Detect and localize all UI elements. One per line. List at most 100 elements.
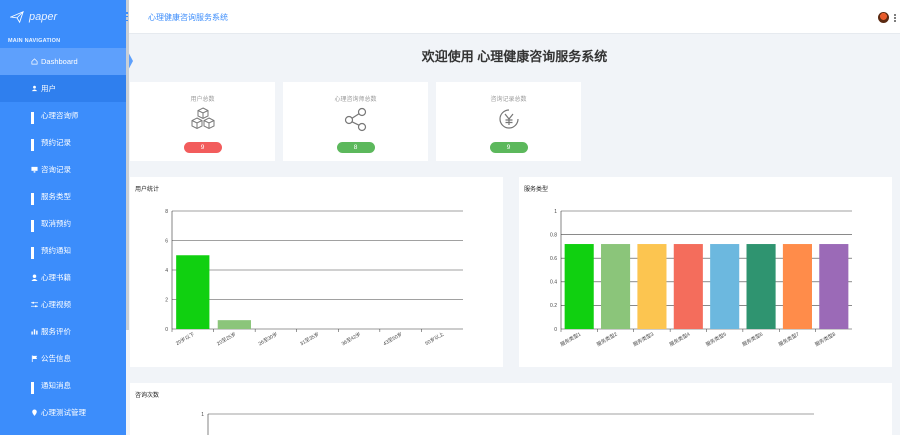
sidebar-item-14[interactable]: 试题管理 [0,426,126,435]
y-tick-label: 0 [165,327,168,333]
grid-icon [31,382,38,394]
x-tick-label: 服务类型2 [595,331,618,349]
share-icon [344,107,366,132]
consult-count-chart: 1 [201,412,814,435]
x-tick-label: 26至30岁 [257,331,279,348]
bar-3 [673,244,703,329]
y-tick-label: 0.4 [550,280,557,286]
sidebar-item-0[interactable]: Dashboard [0,48,133,75]
sidebar-item-6[interactable]: 取消预约 [0,210,126,237]
sidebar-item-label: 预约记录 [41,138,71,147]
grid-icon [31,220,38,232]
x-tick-label: 20至25岁 [216,331,238,348]
grid-icon [31,139,38,151]
sidebar: paper MAIN NAVIGATION Dashboard 用户心理咨询师预约… [0,0,133,435]
sidebar-item-1[interactable]: 用户 [0,75,126,102]
stat-badge: 8 [336,142,375,153]
x-tick-label: 服务类型6 [741,331,764,349]
flag-icon [31,355,38,362]
sidebar-item-3[interactable]: 预约记录 [0,129,126,156]
y-tick-label: 6 [165,238,168,244]
sidebar-item-label: 心理书籍 [41,273,71,282]
bar-6 [782,244,812,329]
x-tick-label: 服务类型3 [632,331,655,349]
sidebar-item-label: 咨询记录 [41,165,71,174]
x-tick-label: 50岁以上 [424,331,445,347]
service-type-chart: 0 0.2 0.4 0.6 0.8 1 服务类型1 服务类型2 服务类型3 服务类型4 服务类型5 服… [550,209,852,349]
sidebar-item-label: 通知消息 [41,381,71,390]
sidebar-item-label: 公告信息 [41,354,71,363]
topbar: 心理健康咨询服务系统 [116,0,900,34]
x-tick-label: 20岁以下 [174,331,195,347]
sidebar-item-label: 用户 [41,84,56,93]
more-options-icon[interactable] [894,14,896,22]
sidebar-item-label: 服务类型 [41,192,71,201]
monitor-icon [31,166,38,173]
sidebar-item-4[interactable]: 咨询记录 [0,156,126,183]
yen-icon [498,109,519,129]
y-tick-label: 1 [201,412,204,418]
y-tick-label: 8 [165,209,168,215]
y-tick-label: 2 [165,297,168,303]
sidebar-item-13[interactable]: 心理测试管理 [0,399,126,426]
sidebar-item-9[interactable]: 心理视频 [0,291,126,318]
y-tick-label: 0 [554,327,557,333]
y-tick-label: 0.6 [550,256,557,262]
page-title: 欢迎使用 心理健康咨询服务系统 [421,49,608,64]
grid-icon [31,193,38,205]
sidebar-item-label: 心理测试管理 [41,408,86,417]
sidebar-item-label: Dashboard [41,57,78,66]
user-icon [31,274,38,281]
user-stats-chart: 0 2 4 6 8 20岁以下 20至25岁 26至30岁 31至35岁 36至42岁 43至50岁… [165,209,463,348]
x-tick-label: 服务类型4 [668,331,691,349]
x-tick-label: 服务类型5 [704,331,727,349]
consult-count-chart-panel: 咨询次数 1 [130,383,892,435]
y-tick-label: 4 [165,268,168,274]
paper-plane-icon [10,10,24,24]
bar-7 [819,244,849,329]
sidebar-item-12[interactable]: 通知消息 [0,372,126,399]
bar-2 [637,244,667,329]
stat-card-users: 用户总数 9 [130,82,275,161]
sidebar-item-11[interactable]: 公告信息 [0,345,126,372]
x-tick-label: 服务类型7 [777,331,800,349]
grid-icon [31,112,38,124]
bar-5 [746,244,776,329]
stat-badge: 9 [183,142,222,153]
logo[interactable]: paper [0,0,126,34]
stat-label: 用户总数 [190,97,215,103]
menu-toggle-icon[interactable] [116,12,128,21]
stat-label: 心理咨询师总数 [334,97,377,103]
y-tick-label: 0.2 [550,303,557,309]
service-type-chart-panel: 服务类型 0 0.2 0.4 0.6 0.8 1 服务类型1 服务类型2 服务类型3 服务类型4 服… [519,177,892,367]
system-title: 心理健康咨询服务系统 [148,13,228,22]
bar-0 [176,255,210,329]
stat-badge: 9 [489,142,528,153]
bar-1 [217,320,251,329]
sidebar-item-label: 心理咨询师 [41,111,79,120]
y-tick-label: 1 [554,209,557,215]
sidebar-item-2[interactable]: 心理咨询师 [0,102,126,129]
x-tick-label: 43至50岁 [382,331,404,348]
user-stats-chart-panel: 用户统计 0 2 4 6 8 20岁以下 20至25岁 26至30岁 31至35岁 36至42岁 4… [130,177,503,367]
sidebar-item-label: 取消预约 [41,219,71,228]
pin-icon [31,409,38,416]
nav-header: MAIN NAVIGATION [8,38,61,44]
logo-text: paper [29,11,58,23]
avatar[interactable] [878,12,889,23]
sidebar-item-5[interactable]: 服务类型 [0,183,126,210]
x-tick-label: 36至42岁 [340,331,362,348]
sidebar-item-7[interactable]: 预约通知 [0,237,126,264]
bar-4 [710,244,740,329]
sliders-icon [31,301,38,308]
bar-chart-icon [31,328,38,335]
x-tick-label: 服务类型8 [814,331,837,349]
sidebar-item-label: 心理视频 [41,300,71,309]
bar-0 [564,244,594,329]
cubes-icon [191,107,214,130]
sidebar-item-10[interactable]: 服务评价 [0,318,126,345]
stat-label: 咨询记录总数 [490,97,527,103]
x-tick-label: 服务类型1 [559,331,582,349]
sidebar-item-8[interactable]: 心理书籍 [0,264,126,291]
bar-1 [601,244,631,329]
